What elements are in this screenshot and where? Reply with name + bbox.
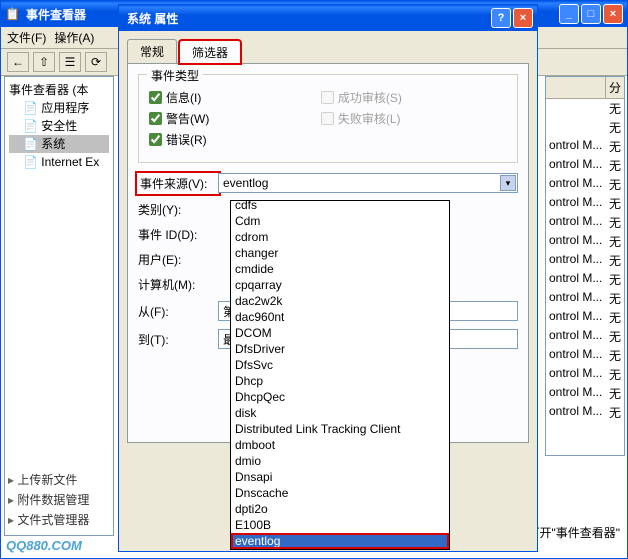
table-row[interactable]: ontrol M...无	[546, 194, 624, 213]
dropdown-item[interactable]: dpti2o	[231, 501, 449, 517]
dropdown-item[interactable]: DfsDriver	[231, 341, 449, 357]
table-row[interactable]: ontrol M...无	[546, 232, 624, 251]
table-row[interactable]: ontrol M...无	[546, 384, 624, 403]
table-row[interactable]: ontrol M...无	[546, 308, 624, 327]
tab-filter[interactable]: 筛选器	[179, 40, 241, 64]
check-warning[interactable]: 警告(W)	[149, 110, 321, 127]
table-row[interactable]: ontrol M...无	[546, 156, 624, 175]
label-to: 到(T):	[138, 331, 218, 348]
label-event-id: 事件 ID(D):	[138, 226, 218, 243]
table-row[interactable]: ontrol M...无	[546, 213, 624, 232]
table-row[interactable]: ontrol M...无	[546, 175, 624, 194]
tree-item[interactable]: 📄 系统	[9, 135, 109, 153]
column-header-2[interactable]: 分	[606, 77, 624, 98]
dropdown-item[interactable]: cmdide	[231, 261, 449, 277]
table-row[interactable]: ontrol M...无	[546, 327, 624, 346]
table-row[interactable]: ontrol M...无	[546, 365, 624, 384]
dropdown-item[interactable]: dmio	[231, 453, 449, 469]
event-source-combo[interactable]: eventlog ▾	[218, 173, 518, 193]
table-row[interactable]: 无	[546, 118, 624, 137]
maximize-button[interactable]: □	[581, 4, 601, 24]
check-information[interactable]: 信息(I)	[149, 89, 321, 106]
table-row[interactable]: ontrol M...无	[546, 251, 624, 270]
dropdown-item[interactable]: dmboot	[231, 437, 449, 453]
dropdown-item[interactable]: Dhcp	[231, 373, 449, 389]
table-row[interactable]: ontrol M...无	[546, 270, 624, 289]
check-failure-audit-input	[321, 112, 334, 125]
column-header[interactable]	[546, 77, 606, 98]
label-from: 从(F):	[138, 303, 218, 320]
dropdown-item[interactable]: Distributed Link Tracking Client	[231, 421, 449, 437]
dropdown-item[interactable]: cpqarray	[231, 277, 449, 293]
table-row[interactable]: 无	[546, 99, 624, 118]
watermark: QQ880.COM	[6, 538, 82, 553]
check-failure-audit: 失败审核(L)	[321, 110, 493, 127]
dialog-close-button[interactable]: ×	[513, 8, 533, 28]
check-error-input[interactable]	[149, 133, 162, 146]
label-event-source: 事件来源(V):	[138, 174, 218, 193]
tree-item[interactable]: 📄 安全性	[9, 117, 109, 135]
table-row[interactable]: ontrol M...无	[546, 137, 624, 156]
menu-file[interactable]: 文件(F)	[7, 29, 46, 46]
dropdown-item[interactable]: changer	[231, 245, 449, 261]
tab-general[interactable]: 常规	[127, 39, 177, 63]
check-warning-input[interactable]	[149, 112, 162, 125]
label-user: 用户(E):	[138, 251, 218, 268]
tree-item[interactable]: 📄 应用程序	[9, 99, 109, 117]
refresh-button[interactable]: ⟳	[85, 52, 107, 72]
table-row[interactable]: ontrol M...无	[546, 403, 624, 422]
group-title: 事件类型	[147, 67, 203, 84]
side-links: 上传新文件 附件数据管理 文件式管理器	[8, 470, 89, 530]
help-button[interactable]: ?	[491, 8, 511, 28]
back-button[interactable]: ←	[7, 52, 29, 72]
check-success-audit-input	[321, 91, 334, 104]
tree-root[interactable]: 事件查看器 (本	[9, 81, 109, 99]
dropdown-item[interactable]: eventlog	[231, 533, 449, 549]
dropdown-item[interactable]: cdrom	[231, 229, 449, 245]
dropdown-item[interactable]: DhcpQec	[231, 389, 449, 405]
dropdown-item[interactable]: DfsSvc	[231, 357, 449, 373]
dialog-title: 系统 属性	[127, 10, 491, 27]
dropdown-item[interactable]: Dnscache	[231, 485, 449, 501]
dropdown-item[interactable]: dac960nt	[231, 309, 449, 325]
check-success-audit: 成功审核(S)	[321, 89, 493, 106]
minimize-button[interactable]: _	[559, 4, 579, 24]
dropdown-item[interactable]: Dnsapi	[231, 469, 449, 485]
menu-action[interactable]: 操作(A)	[54, 29, 94, 46]
tree-item[interactable]: 📄 Internet Ex	[9, 153, 109, 171]
dropdown-item[interactable]: disk	[231, 405, 449, 421]
app-icon: 📋	[5, 7, 20, 21]
table-row[interactable]: ontrol M...无	[546, 346, 624, 365]
combo-value: eventlog	[223, 176, 268, 190]
dropdown-item[interactable]: DCOM	[231, 325, 449, 341]
tree-panel[interactable]: 事件查看器 (本 📄 应用程序📄 安全性📄 系统📄 Internet Ex	[4, 76, 114, 536]
event-source-dropdown[interactable]: atdiskAtmarpcbeepBITSBrowsercbidf2kcd20x…	[230, 200, 450, 550]
check-information-input[interactable]	[149, 91, 162, 104]
properties-button[interactable]: ☰	[59, 52, 81, 72]
dropdown-item[interactable]: cdfs	[231, 200, 449, 213]
close-button[interactable]: ×	[603, 4, 623, 24]
dropdown-item[interactable]: E100B	[231, 517, 449, 533]
chevron-down-icon[interactable]: ▾	[500, 175, 516, 191]
link-upload[interactable]: 上传新文件	[8, 470, 89, 490]
link-filemgr[interactable]: 文件式管理器	[8, 510, 89, 530]
table-row[interactable]: ontrol M...无	[546, 289, 624, 308]
link-attach[interactable]: 附件数据管理	[8, 490, 89, 510]
dropdown-item[interactable]: Cdm	[231, 213, 449, 229]
label-category: 类别(Y):	[138, 201, 218, 218]
event-type-group: 事件类型 信息(I) 警告(W) 错误(R) 成功审核(S) 失败审核(L)	[138, 74, 518, 163]
dialog-titlebar[interactable]: 系统 属性 ? ×	[119, 5, 537, 31]
content-grid[interactable]: 分 无无ontrol M...无ontrol M...无ontrol M...无…	[545, 76, 625, 456]
up-button[interactable]: ⇧	[33, 52, 55, 72]
footer-hint: 打开"事件查看器"	[527, 524, 620, 541]
dropdown-item[interactable]: dac2w2k	[231, 293, 449, 309]
label-computer: 计算机(M):	[138, 276, 218, 293]
check-error[interactable]: 错误(R)	[149, 131, 321, 148]
